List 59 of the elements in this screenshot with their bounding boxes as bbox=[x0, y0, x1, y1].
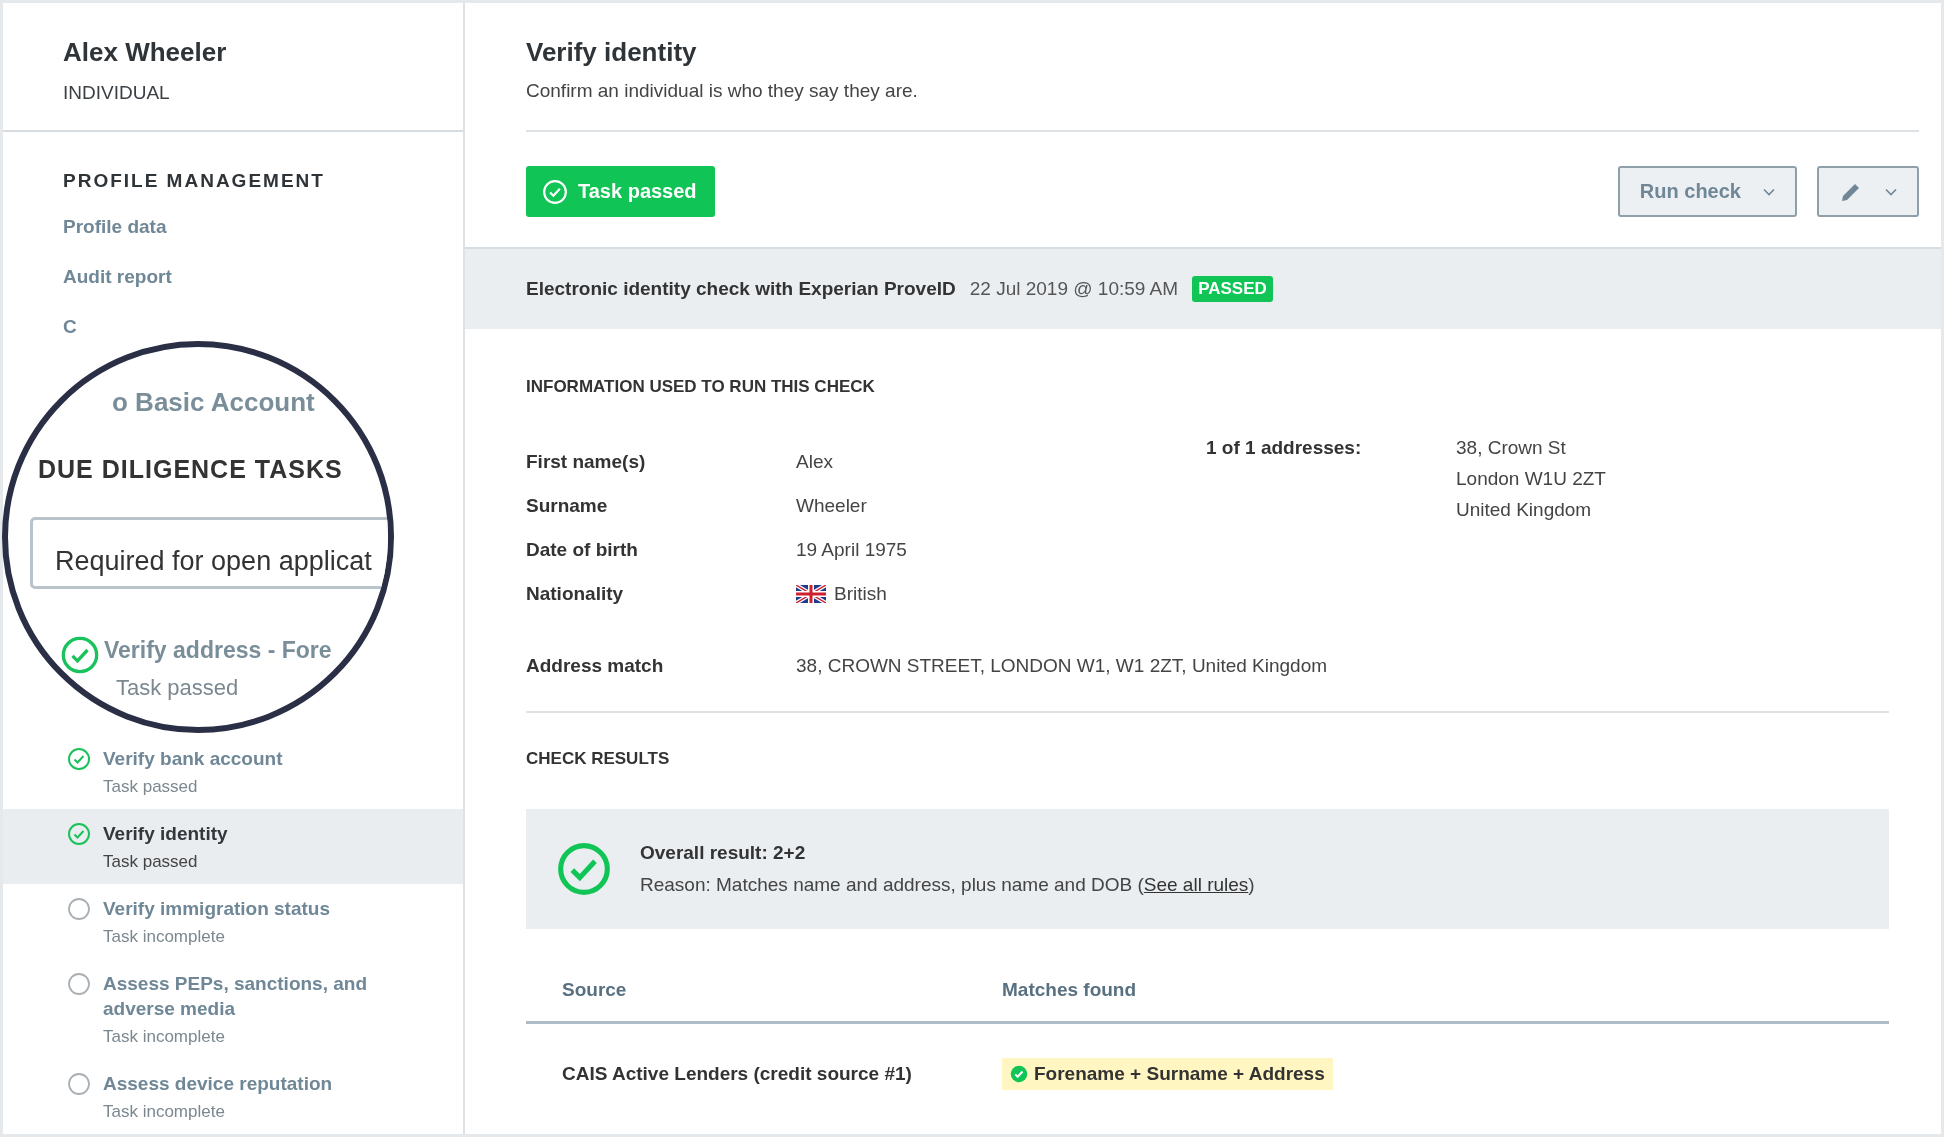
address-line: United Kingdom bbox=[1456, 499, 1593, 521]
table-cell-text: CAIS Active Lenders (credit source #1) bbox=[562, 1063, 913, 1085]
field-value: British bbox=[834, 583, 887, 605]
task-item[interactable]: Verify immigration status Task incomplete bbox=[3, 884, 463, 959]
profile-type: INDIVIDUAL bbox=[63, 82, 171, 104]
section-heading: CHECK RESULTS bbox=[526, 749, 671, 769]
check-circle-icon bbox=[1010, 1065, 1028, 1083]
sidebar-link[interactable]: o Basic Account bbox=[112, 387, 315, 418]
run-check-button[interactable]: Run check bbox=[1617, 166, 1797, 217]
address-line: London W1U 2ZT bbox=[1456, 468, 1606, 490]
field-value: 19 April 1975 bbox=[796, 539, 907, 561]
result-title: Overall result: 2+2 bbox=[640, 842, 807, 864]
empty-circle-icon bbox=[67, 972, 91, 996]
field-value: Alex bbox=[796, 451, 833, 473]
profile-name: Alex Wheeler bbox=[63, 37, 228, 68]
column-header: Source bbox=[562, 979, 628, 1001]
check-name: Electronic identity check with Experian ProveID bbox=[526, 278, 956, 300]
task-item[interactable]: Assess device reputation Task incomplete bbox=[3, 1059, 463, 1134]
field-label: Date of birth bbox=[526, 539, 639, 561]
task-status: Task passed bbox=[116, 675, 239, 701]
task-item[interactable]: Assess PEPs, sanctions, and adverse media Task incomplete bbox=[3, 959, 463, 1059]
task-item[interactable]: Verify identity Task passed bbox=[3, 809, 463, 884]
page-subtitle: Confirm an individual is who they say they are. bbox=[526, 80, 919, 102]
task-passed-button[interactable]: Task passed bbox=[526, 166, 715, 217]
sidebar-link[interactable]: Profile data bbox=[63, 216, 167, 238]
edit-menu-button[interactable] bbox=[1817, 166, 1919, 217]
column-header: Matches found bbox=[1002, 979, 1138, 1001]
match-tag: Forename + Surname + Address bbox=[1002, 1058, 1333, 1090]
check-circle-icon bbox=[60, 635, 100, 675]
see-all-rules-link[interactable]: See all rules bbox=[1143, 874, 1249, 895]
empty-circle-icon bbox=[67, 1072, 91, 1096]
caret-icon bbox=[1763, 187, 1775, 196]
check-circle-icon bbox=[67, 822, 91, 846]
status-badge: PASSED bbox=[1192, 276, 1273, 302]
address-line: 38, Crown St bbox=[1456, 437, 1567, 459]
page-title: Verify identity bbox=[526, 37, 698, 68]
field-label: 1 of 1 addresses: bbox=[1206, 437, 1363, 460]
result-reason: Reason: Matches name and address, plus name and DOB (See all rules) bbox=[640, 874, 1255, 896]
section-title: DUE DILIGENCE TASKS bbox=[38, 455, 343, 484]
sidebar-link[interactable]: Audit report bbox=[63, 266, 172, 288]
field-label: First name(s) bbox=[526, 451, 647, 473]
field-label: Address match bbox=[526, 655, 665, 677]
task-name[interactable]: Verify address - Fore bbox=[104, 637, 332, 664]
field-value: 38, CROWN STREET, LONDON W1, W1 2ZT, United Kingdom bbox=[796, 655, 1329, 677]
empty-circle-icon bbox=[67, 897, 91, 921]
sidebar-link[interactable]: C bbox=[63, 316, 77, 338]
check-circle-icon bbox=[67, 747, 91, 771]
check-date: 22 Jul 2019 @ 10:59 AM bbox=[969, 278, 1179, 300]
section-heading: INFORMATION USED TO RUN THIS CHECK bbox=[526, 377, 876, 397]
field-label: Surname bbox=[526, 495, 609, 517]
caret-icon bbox=[1885, 187, 1897, 196]
check-circle-icon bbox=[542, 178, 568, 205]
task-item[interactable]: Verify bank account Task passed bbox=[3, 734, 463, 809]
field-label: Nationality bbox=[526, 583, 625, 605]
flag-icon bbox=[796, 585, 826, 603]
check-circle-icon bbox=[556, 841, 612, 897]
filter-field[interactable]: Required for open applicat bbox=[30, 517, 388, 589]
field-value: Wheeler bbox=[796, 495, 867, 517]
section-title: PROFILE MANAGEMENT bbox=[63, 170, 326, 192]
